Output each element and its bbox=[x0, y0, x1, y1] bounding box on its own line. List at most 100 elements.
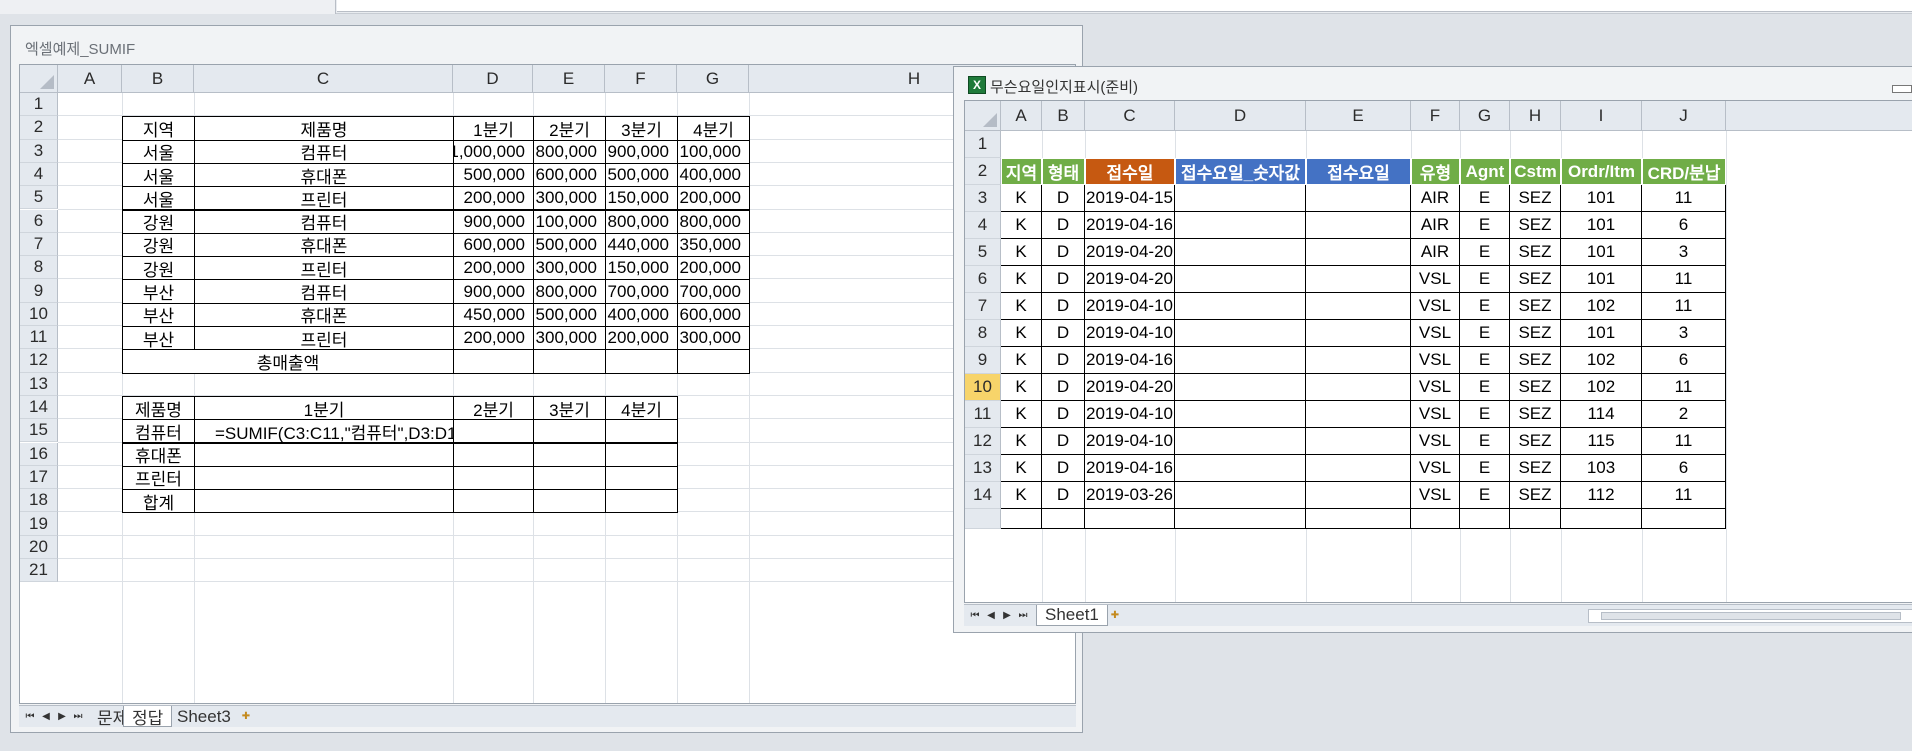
data-cell[interactable]: E bbox=[1460, 347, 1510, 374]
data-cell[interactable]: 3 bbox=[1642, 320, 1726, 347]
column-header-c[interactable]: C bbox=[1085, 101, 1175, 131]
table1-data-cell[interactable]: 800,000 bbox=[677, 209, 750, 234]
column-header-d[interactable]: D bbox=[1175, 101, 1306, 131]
table1-data-cell[interactable]: 서울 bbox=[122, 139, 195, 164]
data-cell[interactable]: D bbox=[1042, 185, 1085, 212]
data-cell[interactable]: VSL bbox=[1411, 347, 1460, 374]
column-header-d[interactable]: D bbox=[453, 65, 533, 93]
data-cell[interactable]: SEZ bbox=[1510, 455, 1561, 482]
data-cell[interactable] bbox=[1001, 509, 1042, 529]
data-cell[interactable] bbox=[1175, 482, 1306, 509]
data-cell[interactable]: E bbox=[1460, 212, 1510, 239]
table1-data-cell[interactable]: 400,000 bbox=[677, 162, 750, 188]
column-header-b[interactable]: B bbox=[122, 65, 194, 93]
table1-header-cell[interactable]: 1분기 bbox=[453, 116, 534, 141]
select-all-button[interactable] bbox=[20, 65, 58, 93]
sheet-tab-Sheet3[interactable]: Sheet3 bbox=[169, 706, 239, 727]
row-header-9[interactable]: 9 bbox=[965, 347, 1001, 374]
row-header-12[interactable]: 12 bbox=[965, 428, 1001, 455]
table1-data-cell[interactable]: 150,000 bbox=[605, 256, 678, 281]
table1-data-cell[interactable]: 500,000 bbox=[605, 162, 678, 188]
table1-data-cell[interactable]: 600,000 bbox=[533, 162, 606, 188]
header-cell[interactable]: Cstm bbox=[1510, 158, 1561, 185]
data-cell[interactable]: 6 bbox=[1642, 455, 1726, 482]
data-cell[interactable]: K bbox=[1001, 401, 1042, 428]
first-sheet-icon[interactable]: ⏮ bbox=[968, 607, 982, 623]
data-cell[interactable]: 103 bbox=[1561, 455, 1642, 482]
column-header-g[interactable]: G bbox=[677, 65, 749, 93]
row-header-11[interactable]: 11 bbox=[965, 401, 1001, 428]
sheet-tab-정답[interactable]: 정답 bbox=[123, 706, 173, 728]
data-cell[interactable]: 101 bbox=[1561, 320, 1642, 347]
data-cell[interactable]: 2019-04-16 bbox=[1085, 347, 1175, 374]
prev-sheet-icon[interactable]: ◀ bbox=[984, 607, 998, 623]
data-cell[interactable] bbox=[1561, 509, 1642, 529]
table1-data-cell[interactable]: 900,000 bbox=[453, 279, 534, 304]
table1-data-cell[interactable]: 700,000 bbox=[605, 279, 678, 304]
total-sales-label[interactable]: 총매출액 bbox=[122, 349, 454, 374]
data-cell[interactable] bbox=[1042, 509, 1085, 529]
header-cell[interactable]: 형태 bbox=[1042, 158, 1085, 185]
data-cell[interactable] bbox=[1175, 455, 1306, 482]
data-cell[interactable]: SEZ bbox=[1510, 293, 1561, 320]
data-cell[interactable]: 2019-04-10 bbox=[1085, 293, 1175, 320]
table2-data-cell[interactable] bbox=[605, 419, 678, 444]
row-header-8[interactable]: 8 bbox=[965, 320, 1001, 347]
data-cell[interactable]: 2 bbox=[1642, 401, 1726, 428]
data-cell[interactable]: 102 bbox=[1561, 293, 1642, 320]
table2-header-cell[interactable]: 3분기 bbox=[533, 395, 606, 421]
data-cell[interactable] bbox=[1175, 428, 1306, 455]
table1-data-cell[interactable]: 강원 bbox=[122, 209, 195, 234]
table2-data-cell[interactable] bbox=[453, 419, 534, 444]
data-cell[interactable]: 3 bbox=[1642, 239, 1726, 266]
data-cell[interactable]: 101 bbox=[1561, 185, 1642, 212]
total-sales-cell[interactable] bbox=[453, 349, 534, 374]
data-cell[interactable] bbox=[1175, 401, 1306, 428]
data-cell[interactable] bbox=[1306, 482, 1411, 509]
row-header-14[interactable]: 14 bbox=[20, 395, 58, 420]
data-cell[interactable]: 2019-04-15 bbox=[1085, 185, 1175, 212]
table1-data-cell[interactable]: 컴퓨터 bbox=[194, 139, 454, 164]
row-header-8[interactable]: 8 bbox=[20, 256, 58, 280]
header-cell[interactable]: 접수일 bbox=[1085, 158, 1175, 185]
table1-data-cell[interactable]: 부산 bbox=[122, 302, 195, 327]
table2-data-cell[interactable] bbox=[533, 442, 606, 467]
header-cell[interactable]: CRD/분납 bbox=[1642, 158, 1726, 185]
table1-data-cell[interactable]: 휴대폰 bbox=[194, 232, 454, 258]
insert-sheet-icon[interactable]: ✚ bbox=[1106, 607, 1124, 623]
next-sheet-icon[interactable]: ▶ bbox=[55, 708, 69, 724]
row-header-13[interactable]: 13 bbox=[20, 372, 58, 396]
table2-data-cell[interactable] bbox=[453, 489, 534, 514]
data-cell[interactable] bbox=[1306, 401, 1411, 428]
column-header-f[interactable]: F bbox=[1411, 101, 1460, 131]
data-cell[interactable]: 2019-04-16 bbox=[1085, 212, 1175, 239]
column-header-extra[interactable] bbox=[1726, 101, 1912, 131]
data-cell[interactable]: SEZ bbox=[1510, 185, 1561, 212]
table1-data-cell[interactable]: 700,000 bbox=[677, 279, 750, 304]
data-cell[interactable] bbox=[1175, 185, 1306, 212]
prev-sheet-icon[interactable]: ◀ bbox=[39, 708, 53, 724]
table1-data-cell[interactable]: 부산 bbox=[122, 279, 195, 304]
data-cell[interactable] bbox=[1306, 509, 1411, 529]
data-cell[interactable]: 2019-04-10 bbox=[1085, 401, 1175, 428]
data-cell[interactable] bbox=[1306, 320, 1411, 347]
data-cell[interactable]: K bbox=[1001, 455, 1042, 482]
row-header-3[interactable]: 3 bbox=[20, 139, 58, 163]
table2-data-cell[interactable] bbox=[194, 489, 454, 514]
last-sheet-icon[interactable]: ⏭ bbox=[1016, 607, 1030, 623]
table2-data-cell[interactable] bbox=[194, 465, 454, 491]
data-cell[interactable] bbox=[1175, 212, 1306, 239]
data-cell[interactable]: E bbox=[1460, 401, 1510, 428]
data-cell[interactable]: VSL bbox=[1411, 374, 1460, 401]
data-cell[interactable]: K bbox=[1001, 347, 1042, 374]
data-cell[interactable]: K bbox=[1001, 320, 1042, 347]
table1-data-cell[interactable]: 600,000 bbox=[453, 232, 534, 258]
data-cell[interactable]: 102 bbox=[1561, 374, 1642, 401]
column-header-g[interactable]: G bbox=[1460, 101, 1510, 131]
row-header-6[interactable]: 6 bbox=[965, 266, 1001, 293]
data-cell[interactable]: K bbox=[1001, 293, 1042, 320]
data-cell[interactable]: E bbox=[1460, 266, 1510, 293]
table1-header-cell[interactable]: 3분기 bbox=[605, 116, 678, 141]
data-cell[interactable]: VSL bbox=[1411, 482, 1460, 509]
data-cell[interactable]: SEZ bbox=[1510, 320, 1561, 347]
